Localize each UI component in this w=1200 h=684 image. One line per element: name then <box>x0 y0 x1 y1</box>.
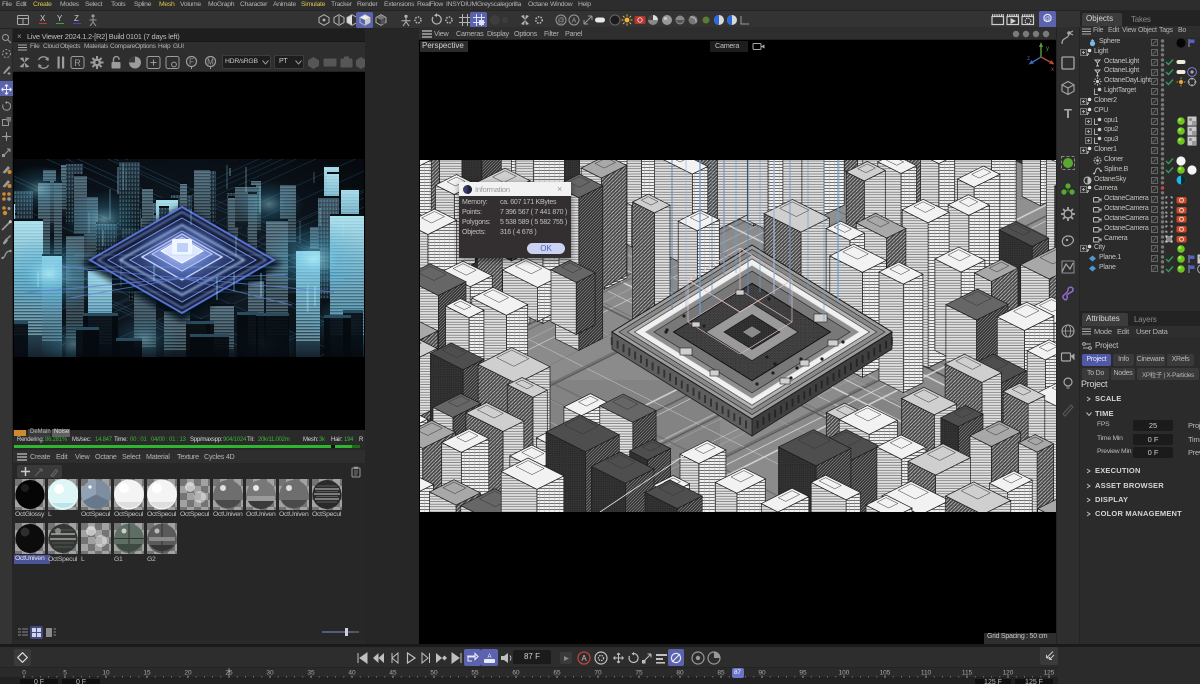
svg-text:@: @ <box>1045 16 1050 22</box>
svg-text:115: 115 <box>962 670 973 677</box>
svg-text:F: F <box>189 58 194 67</box>
svg-text:105: 105 <box>880 670 891 677</box>
svg-text:35: 35 <box>307 670 315 677</box>
svg-text:@: @ <box>557 18 564 25</box>
svg-text:110: 110 <box>921 670 932 677</box>
svg-text:R: R <box>74 58 81 68</box>
svg-text:30: 30 <box>266 670 274 677</box>
svg-text:0: 0 <box>22 670 26 677</box>
svg-text:60: 60 <box>512 670 520 677</box>
svg-text:M: M <box>207 58 214 67</box>
svg-text:A: A <box>572 18 577 25</box>
svg-text:5: 5 <box>63 670 67 677</box>
svg-text:15: 15 <box>143 670 151 677</box>
svg-text:T: T <box>1064 106 1072 121</box>
svg-text:50: 50 <box>430 670 438 677</box>
svg-text:70: 70 <box>594 670 602 677</box>
svg-text:20: 20 <box>184 670 192 677</box>
svg-text:120: 120 <box>1003 670 1014 677</box>
svg-text:A: A <box>487 654 491 660</box>
svg-text:x: x <box>1051 67 1054 72</box>
svg-text:100: 100 <box>839 670 850 677</box>
svg-text:125: 125 <box>1044 670 1055 677</box>
svg-text:90: 90 <box>758 670 766 677</box>
svg-text:z: z <box>1027 56 1030 62</box>
svg-text:65: 65 <box>553 670 561 677</box>
svg-text:75: 75 <box>635 670 643 677</box>
svg-text:A: A <box>581 654 587 663</box>
svg-text:y: y <box>1046 46 1049 52</box>
svg-text:80: 80 <box>676 670 684 677</box>
svg-text:95: 95 <box>799 670 807 677</box>
svg-text:45: 45 <box>389 670 397 677</box>
svg-text:10: 10 <box>102 670 110 677</box>
svg-text:85: 85 <box>717 670 725 677</box>
svg-text:40: 40 <box>348 670 356 677</box>
svg-text:55: 55 <box>471 670 479 677</box>
